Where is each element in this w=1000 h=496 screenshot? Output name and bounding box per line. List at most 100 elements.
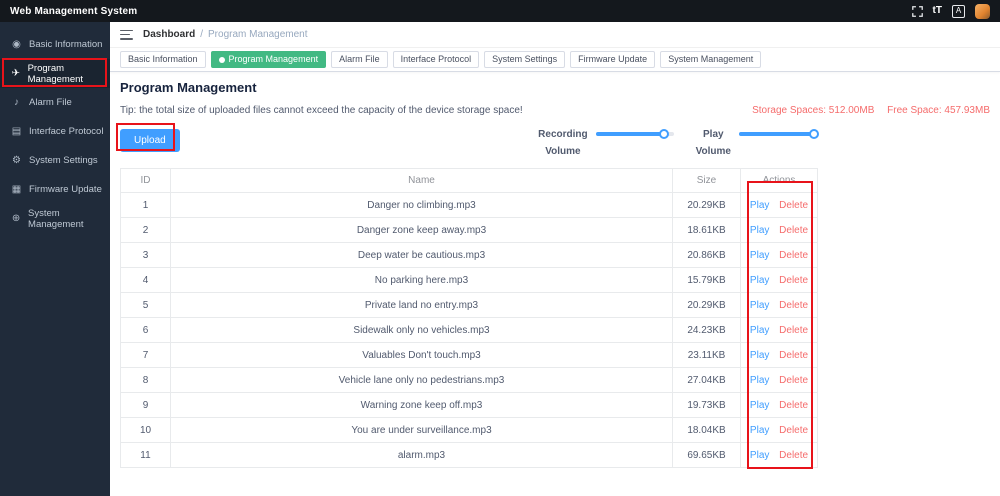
sidebar-item-icon: ▤ bbox=[11, 126, 22, 137]
recording-volume-group: Recording Volume bbox=[538, 126, 674, 160]
tab[interactable]: Interface Protocol bbox=[392, 50, 480, 69]
slider-handle[interactable] bbox=[808, 129, 819, 139]
play-volume-slider[interactable] bbox=[739, 129, 819, 139]
play-link[interactable]: Play bbox=[750, 200, 769, 211]
cell-actions: Play Delete bbox=[740, 417, 818, 443]
delete-link[interactable]: Delete bbox=[779, 325, 808, 336]
header-name: Name bbox=[170, 168, 673, 193]
table-row: 4 No parking here.mp3 15.79KB Play Delet… bbox=[120, 267, 818, 293]
play-link[interactable]: Play bbox=[750, 325, 769, 336]
recording-volume-label: Recording Volume bbox=[538, 129, 588, 157]
avatar[interactable] bbox=[975, 3, 990, 19]
cell-size: 27.04KB bbox=[672, 367, 741, 393]
delete-link[interactable]: Delete bbox=[779, 425, 808, 436]
cell-size: 15.79KB bbox=[672, 267, 741, 293]
play-link[interactable]: Play bbox=[750, 425, 769, 436]
tab[interactable]: Basic Information bbox=[120, 50, 206, 69]
delete-link[interactable]: Delete bbox=[779, 300, 808, 311]
main-panel: Dashboard / Program Management Basic Inf… bbox=[110, 22, 1000, 496]
play-volume-group: Play Volume bbox=[695, 126, 819, 160]
table-row: 6 Sidewalk only no vehicles.mp3 24.23KB … bbox=[120, 317, 818, 343]
slider-handle[interactable] bbox=[659, 129, 670, 139]
tab-label: Interface Protocol bbox=[400, 53, 472, 64]
play-link[interactable]: Play bbox=[750, 350, 769, 361]
play-volume-label: Play Volume bbox=[695, 129, 731, 157]
play-link[interactable]: Play bbox=[750, 400, 769, 411]
table-row: 1 Danger no climbing.mp3 20.29KB Play De… bbox=[120, 192, 818, 218]
play-link[interactable]: Play bbox=[750, 375, 769, 386]
breadcrumb: Dashboard / Program Management bbox=[143, 29, 308, 40]
play-link[interactable]: Play bbox=[750, 300, 769, 311]
sidebar-item[interactable]: ⊕ System Management bbox=[0, 204, 110, 233]
breadcrumb-bar: Dashboard / Program Management bbox=[110, 22, 1000, 48]
storage-info: Storage Spaces: 512.00MB Free Space: 457… bbox=[742, 105, 990, 116]
cell-actions: Play Delete bbox=[740, 217, 818, 243]
tip-text: Tip: the total size of uploaded files ca… bbox=[120, 105, 523, 116]
sidebar-item[interactable]: ♪ Alarm File bbox=[0, 88, 110, 117]
language-icon[interactable]: A bbox=[952, 4, 965, 18]
breadcrumb-root[interactable]: Dashboard bbox=[143, 29, 195, 40]
delete-link[interactable]: Delete bbox=[779, 225, 808, 236]
active-tab-dot bbox=[218, 56, 225, 63]
table-row: 3 Deep water be cautious.mp3 20.86KB Pla… bbox=[120, 242, 818, 268]
cell-id: 8 bbox=[120, 367, 171, 393]
cell-actions: Play Delete bbox=[740, 267, 818, 293]
tab-label: Alarm File bbox=[339, 53, 380, 64]
cell-name: Danger no climbing.mp3 bbox=[170, 192, 673, 218]
tab[interactable]: Program Management bbox=[210, 50, 327, 69]
cell-actions: Play Delete bbox=[740, 192, 818, 218]
cell-actions: Play Delete bbox=[740, 242, 818, 268]
table-row: 9 Warning zone keep off.mp3 19.73KB Play… bbox=[120, 392, 818, 418]
sidebar-item-icon: ♪ bbox=[14, 97, 19, 108]
cell-name: You are under surveillance.mp3 bbox=[170, 417, 673, 443]
menu-toggle-icon[interactable] bbox=[120, 29, 133, 40]
delete-link[interactable]: Delete bbox=[779, 250, 808, 261]
cell-size: 23.11KB bbox=[672, 342, 741, 368]
cell-id: 4 bbox=[120, 267, 171, 293]
cell-name: alarm.mp3 bbox=[170, 442, 673, 468]
sidebar-item[interactable]: ▦ Firmware Update bbox=[0, 175, 110, 204]
delete-link[interactable]: Delete bbox=[779, 400, 808, 411]
cell-id: 9 bbox=[120, 392, 171, 418]
cell-id: 1 bbox=[120, 192, 171, 218]
play-link[interactable]: Play bbox=[750, 275, 769, 286]
delete-link[interactable]: Delete bbox=[779, 350, 808, 361]
sidebar-item-icon: ⚙ bbox=[12, 155, 21, 166]
tab-label: Program Management bbox=[228, 53, 319, 64]
delete-link[interactable]: Delete bbox=[779, 375, 808, 386]
fullscreen-icon[interactable] bbox=[911, 5, 923, 17]
sidebar-item-label: System Management bbox=[28, 207, 84, 230]
cell-size: 19.73KB bbox=[672, 392, 741, 418]
tab[interactable]: System Management bbox=[660, 50, 762, 69]
delete-link[interactable]: Delete bbox=[779, 450, 808, 461]
font-size-icon[interactable]: tT bbox=[933, 6, 942, 16]
sidebar-item[interactable]: ◉ Basic Information bbox=[0, 30, 110, 59]
storage-spaces: Storage Spaces: 512.00MB bbox=[752, 105, 875, 116]
sidebar-item-label: Firmware Update bbox=[29, 184, 102, 195]
cell-name: Private land no entry.mp3 bbox=[170, 292, 673, 318]
tab[interactable]: System Settings bbox=[484, 50, 566, 69]
sidebar-item-icon: ▦ bbox=[11, 184, 22, 195]
delete-link[interactable]: Delete bbox=[779, 200, 808, 211]
main-layout: ◉ Basic Information ✈ Program Management… bbox=[0, 22, 1000, 496]
cell-name: Valuables Don't touch.mp3 bbox=[170, 342, 673, 368]
cell-size: 18.61KB bbox=[672, 217, 741, 243]
sidebar-item[interactable]: ▤ Interface Protocol bbox=[0, 117, 110, 146]
sidebar-item[interactable]: ✈ Program Management bbox=[0, 59, 110, 88]
play-link[interactable]: Play bbox=[750, 450, 769, 461]
tab[interactable]: Alarm File bbox=[331, 50, 388, 69]
recording-volume-slider[interactable] bbox=[595, 129, 674, 139]
cell-actions: Play Delete bbox=[740, 292, 818, 318]
cell-id: 5 bbox=[120, 292, 171, 318]
sidebar-item[interactable]: ⚙ System Settings bbox=[0, 146, 110, 175]
table-row: 8 Vehicle lane only no pedestrians.mp3 2… bbox=[120, 367, 818, 393]
topbar: Web Management System tT A bbox=[0, 0, 1000, 22]
play-link[interactable]: Play bbox=[750, 250, 769, 261]
sidebar-item-label: Program Management bbox=[27, 62, 84, 85]
tab[interactable]: Firmware Update bbox=[570, 50, 656, 69]
delete-link[interactable]: Delete bbox=[779, 275, 808, 286]
upload-button[interactable]: Upload bbox=[120, 129, 180, 152]
tip-row: Tip: the total size of uploaded files ca… bbox=[120, 105, 990, 116]
tabs-bar: Basic Information Program Management Ala… bbox=[110, 48, 1000, 72]
play-link[interactable]: Play bbox=[750, 225, 769, 236]
